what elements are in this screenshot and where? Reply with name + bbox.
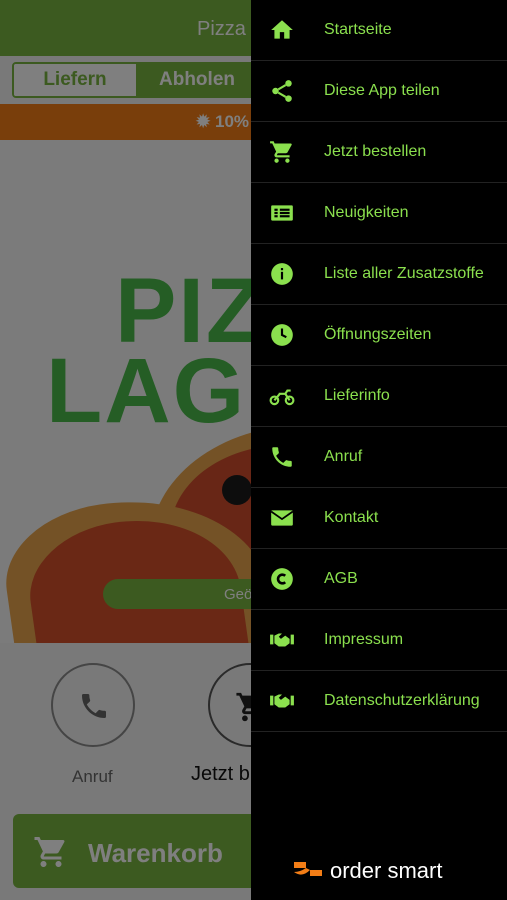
- motorcycle-icon: [267, 383, 297, 409]
- drawer-item-label: Kontakt: [324, 509, 379, 526]
- drawer-item-label: Liste aller Zusatzstoffe: [324, 265, 484, 282]
- mail-icon: [267, 505, 297, 531]
- drawer-item-label: Lieferinfo: [324, 387, 390, 404]
- drawer-item-label: Neuigkeiten: [324, 204, 409, 221]
- drawer-item[interactable]: Kontakt: [251, 488, 507, 549]
- drawer-item[interactable]: Anruf: [251, 427, 507, 488]
- share-icon: [267, 78, 297, 104]
- drawer-item-label: AGB: [324, 570, 358, 587]
- copyright-icon: [267, 566, 297, 592]
- drawer-item-label: Öffnungszeiten: [324, 326, 432, 343]
- order-smart-logo-text: order smart: [330, 858, 443, 883]
- phone-icon: [267, 444, 297, 470]
- drawer-item[interactable]: Impressum: [251, 610, 507, 671]
- navigation-drawer: Startseite Diese App teilen Jetzt bestelle…: [251, 0, 507, 900]
- drawer-item[interactable]: Lieferinfo: [251, 366, 507, 427]
- drawer-item-label: Impressum: [324, 631, 404, 648]
- drawer-item[interactable]: AGB: [251, 549, 507, 610]
- drawer-item[interactable]: Neuigkeiten: [251, 183, 507, 244]
- drawer-item[interactable]: Datenschutzerklärung: [251, 671, 507, 732]
- order-smart-logo-mark: [294, 862, 322, 876]
- order-smart-logo: order smart: [292, 855, 462, 885]
- drawer-item[interactable]: Diese App teilen: [251, 61, 507, 122]
- info-icon: [267, 261, 297, 287]
- clock-icon: [267, 322, 297, 348]
- drawer-item[interactable]: Liste aller Zusatzstoffe: [251, 244, 507, 305]
- handshake-icon: [267, 688, 297, 714]
- drawer-item[interactable]: Startseite: [251, 0, 507, 61]
- drawer-item-label: Jetzt bestellen: [324, 143, 427, 160]
- drawer-item[interactable]: Jetzt bestellen: [251, 122, 507, 183]
- news-icon: [267, 200, 297, 226]
- handshake-icon: [267, 627, 297, 653]
- drawer-item[interactable]: Öffnungszeiten: [251, 305, 507, 366]
- home-icon: [267, 17, 297, 43]
- drawer-item-label: Anruf: [324, 448, 363, 465]
- drawer-item-label: Startseite: [324, 21, 392, 38]
- drawer-item-label: Diese App teilen: [324, 82, 440, 99]
- cart-icon: [267, 139, 297, 165]
- drawer-item-label: Datenschutzerklärung: [324, 692, 480, 709]
